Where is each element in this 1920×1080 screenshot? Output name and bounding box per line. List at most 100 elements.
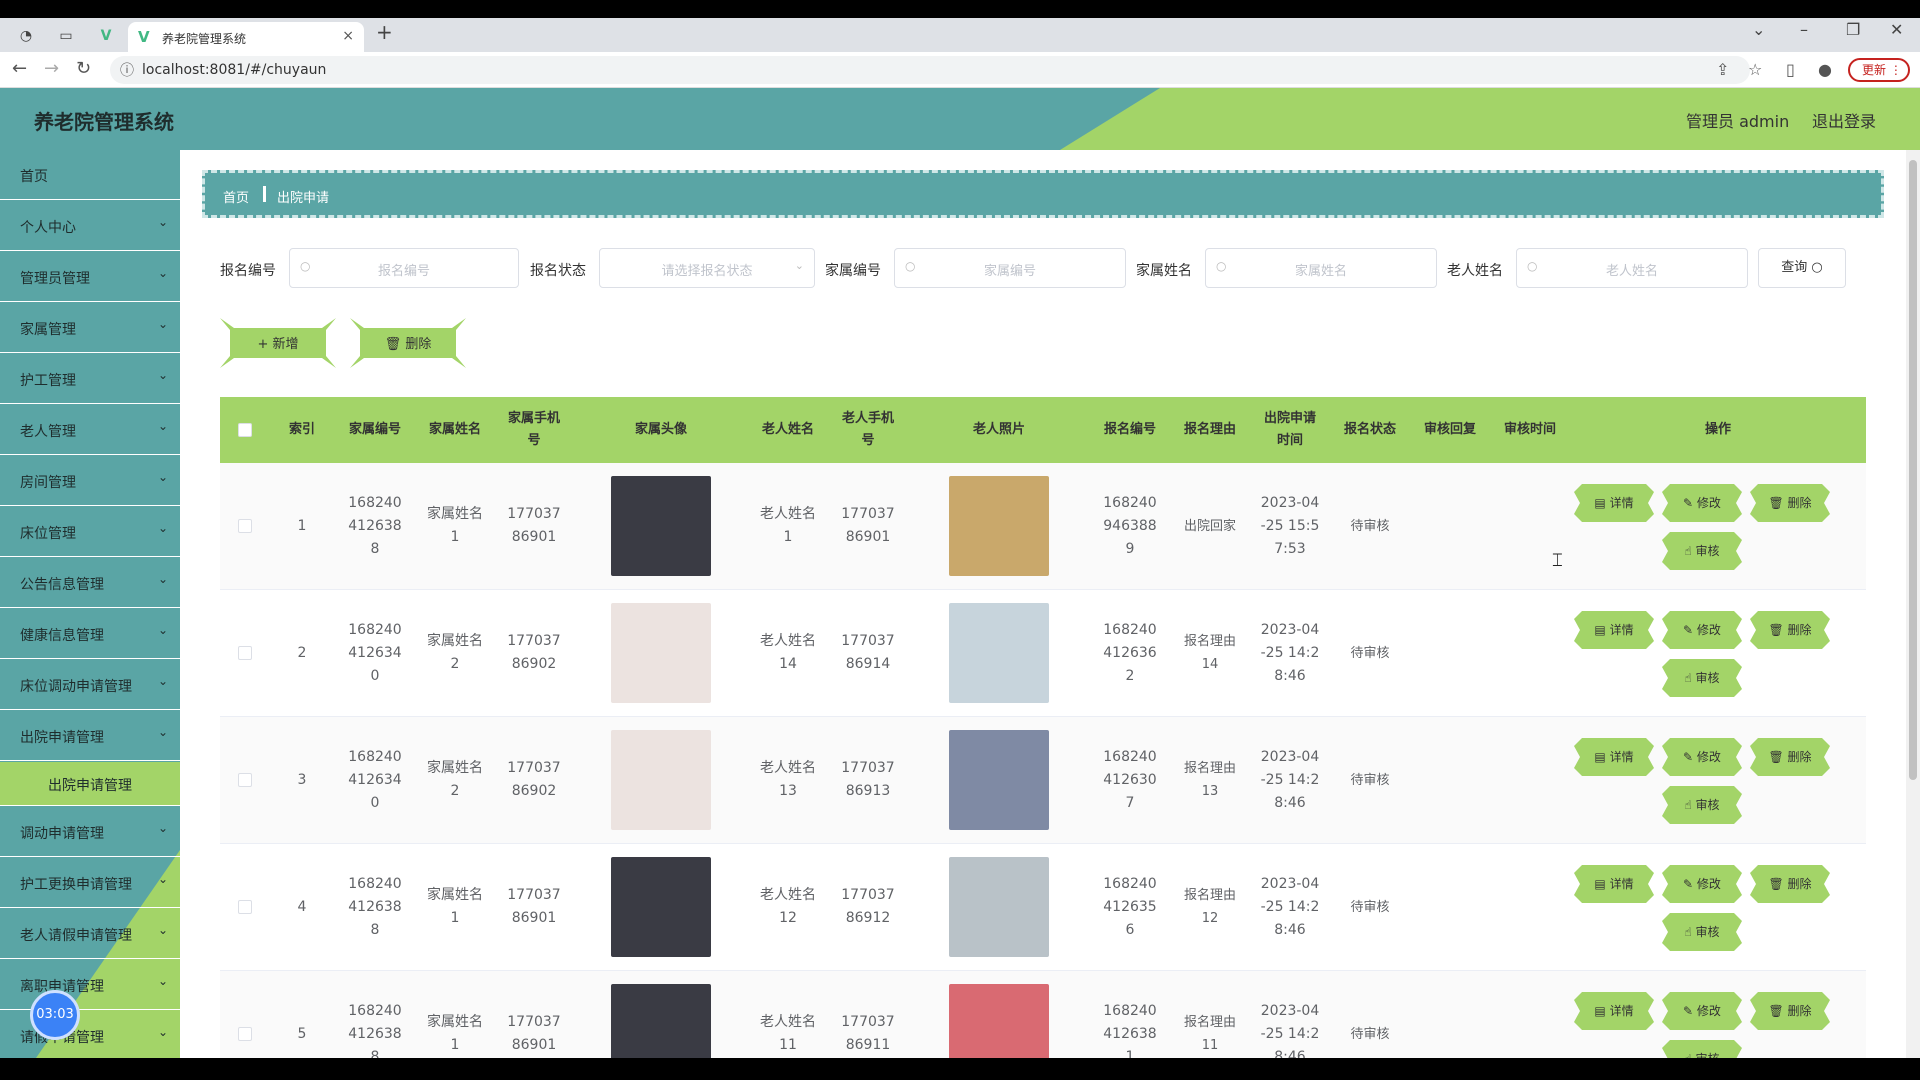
restore-icon[interactable]: ❐ [1846, 20, 1860, 39]
site-info-icon[interactable]: ⓘ [120, 60, 134, 80]
sidebar-item-notice[interactable]: 公告信息管理 ⌄ [0, 558, 180, 608]
review-button[interactable]: ☝ 审核 [1662, 913, 1742, 951]
row-checkbox[interactable] [238, 773, 252, 787]
close-tab-icon[interactable]: × [342, 28, 354, 44]
table-row[interactable]: 3 1682404126340 家属姓名2 17703786902 老人姓名13 1770… [220, 717, 1866, 844]
review-button[interactable]: ☝ 审核 [1662, 532, 1742, 570]
row-delete-label: 🗑 删除 [1768, 623, 1812, 637]
family-avatar-image[interactable] [611, 730, 711, 830]
row-delete-button[interactable]: 🗑 删除 [1750, 484, 1830, 522]
edit-button[interactable]: ✎ 修改 [1662, 484, 1742, 522]
th-reason: 报名理由 [1183, 422, 1236, 437]
cell-elder-photo [908, 717, 1090, 843]
family-name-input[interactable]: ○ 家属姓名 [1205, 248, 1437, 288]
status-select[interactable]: 请选择报名状态 ⌄ [599, 248, 815, 288]
sidebar-item-family[interactable]: 家属管理 ⌄ [0, 303, 180, 353]
delete-button[interactable]: 🗑 删除 [350, 318, 466, 368]
review-button[interactable]: ☝ 审核 [1662, 786, 1742, 824]
row-checkbox[interactable] [238, 1027, 252, 1041]
family-avatar-image[interactable] [611, 603, 711, 703]
pinned-tab-icon[interactable]: ▭ [56, 26, 76, 46]
sidebar-item-bed[interactable]: 床位管理 ⌄ [0, 507, 180, 557]
minimize-icon[interactable]: – [1800, 20, 1808, 39]
elder-name-input[interactable]: ○ 老人姓名 [1516, 248, 1748, 288]
review-button[interactable]: ☝ 审核 [1662, 659, 1742, 697]
sidebar-item-discharge[interactable]: 出院申请管理 ⌄ [0, 711, 180, 761]
bookmark-star-icon[interactable]: ☆ [1748, 60, 1762, 79]
browser-update-button[interactable]: 更新 ⋮ [1848, 58, 1910, 82]
sidebar-item-resign[interactable]: 离职申请管理 ⌄ [0, 960, 180, 1010]
sidebar-subitem-discharge[interactable]: 出院申请管理 [0, 762, 180, 806]
recording-timer-badge[interactable]: 03:03 [30, 990, 80, 1040]
side-panel-icon[interactable]: ▯ [1786, 60, 1795, 79]
th-review-time: 审核时间 [1503, 422, 1556, 437]
edit-text: 修改 [1696, 877, 1721, 891]
filter-label-family-name: 家属姓名 [1136, 263, 1192, 279]
table-row[interactable]: 2 1682404126340 家属姓名2 17703786902 老人姓名14 1770… [220, 590, 1866, 717]
row-checkbox[interactable] [238, 519, 252, 533]
elder-photo-image[interactable] [949, 476, 1049, 576]
elder-photo-image[interactable] [949, 730, 1049, 830]
reload-icon[interactable]: ↻ [76, 58, 91, 79]
detail-button[interactable]: ▤ 详情 [1574, 484, 1654, 522]
tab-search-icon[interactable]: ⌄ [1752, 20, 1765, 39]
cell-family-phone: 17703786901 [507, 506, 561, 545]
row-checkbox[interactable] [238, 900, 252, 914]
row-delete-button[interactable]: 🗑 删除 [1750, 865, 1830, 903]
sidebar-item-elder-leave[interactable]: 老人请假申请管理 ⌄ [0, 909, 180, 959]
profile-icon[interactable]: ● [1818, 60, 1832, 79]
row-delete-button[interactable]: 🗑 删除 [1750, 611, 1830, 649]
back-icon[interactable]: ← [12, 58, 27, 79]
row-checkbox-cell [220, 844, 270, 970]
sidebar-item-label: 调动申请管理 [20, 826, 104, 842]
elder-photo-image[interactable] [949, 603, 1049, 703]
reg-no-input[interactable]: ○ 报名编号 [289, 248, 519, 288]
family-avatar-image[interactable] [611, 476, 711, 576]
row-delete-button[interactable]: 🗑 删除 [1750, 992, 1830, 1030]
table-row[interactable]: 1 1682404126388 家属姓名1 17703786901 老人姓名1 17703… [220, 463, 1866, 590]
browser-tab-active[interactable]: V 养老院管理系统 × [128, 22, 364, 52]
chevron-down-icon: ⌄ [157, 215, 168, 229]
add-button[interactable]: + 新增 [220, 318, 336, 368]
close-window-icon[interactable]: ✕ [1890, 20, 1903, 39]
select-all-checkbox[interactable] [238, 423, 252, 437]
sidebar-item-leave[interactable]: 请假申请管理⌄ [0, 1011, 180, 1058]
cell-elder-name: 老人姓名13 [760, 760, 816, 799]
sidebar-item-health[interactable]: 健康信息管理 ⌄ [0, 609, 180, 659]
page-scrollbar[interactable] [1906, 150, 1920, 1058]
detail-button[interactable]: ▤ 详情 [1574, 992, 1654, 1030]
sidebar-item-admin[interactable]: 管理员管理 ⌄ [0, 252, 180, 302]
new-tab-icon[interactable]: + [376, 20, 393, 44]
edit-button[interactable]: ✎ 修改 [1662, 738, 1742, 776]
sidebar-item-bed-transfer[interactable]: 床位调动申请管理 ⌄ [0, 660, 180, 710]
logout-link[interactable]: 退出登录 [1812, 108, 1876, 132]
sidebar-item-room[interactable]: 房间管理 ⌄ [0, 456, 180, 506]
chevron-down-icon: ⌄ [157, 470, 168, 484]
sidebar-item-personal[interactable]: 个人中心 ⌄ [0, 201, 180, 251]
sidebar-item-caregiver-change[interactable]: 护工更换申请管理 ⌄ [0, 858, 180, 908]
sidebar-item-elder[interactable]: 老人管理 ⌄ [0, 405, 180, 455]
detail-button[interactable]: ▤ 详情 [1574, 865, 1654, 903]
table-row[interactable]: 4 1682404126388 家属姓名1 17703786901 老人姓名12 1770… [220, 844, 1866, 971]
sidebar-item-home[interactable]: 首页 [0, 150, 180, 200]
family-no-input[interactable]: ○ 家属编号 [894, 248, 1126, 288]
row-delete-button[interactable]: 🗑 删除 [1750, 738, 1830, 776]
row-checkbox[interactable] [238, 646, 252, 660]
detail-button[interactable]: ▤ 详情 [1574, 611, 1654, 649]
pinned-tab-icon[interactable]: ◔ [16, 26, 36, 46]
detail-button[interactable]: ▤ 详情 [1574, 738, 1654, 776]
edit-button[interactable]: ✎ 修改 [1662, 865, 1742, 903]
share-icon[interactable]: ⇪ [1716, 60, 1729, 79]
elder-photo-image[interactable] [949, 857, 1049, 957]
scrollbar-thumb[interactable] [1909, 160, 1917, 780]
edit-button[interactable]: ✎ 修改 [1662, 611, 1742, 649]
forward-icon[interactable]: → [44, 58, 59, 79]
url-field[interactable]: ⓘ localhost:8081/#/chuyaun [110, 56, 1750, 84]
vue-tab-icon[interactable]: V [96, 26, 116, 46]
edit-button[interactable]: ✎ 修改 [1662, 992, 1742, 1030]
family-avatar-image[interactable] [611, 857, 711, 957]
breadcrumb-home[interactable]: 首页 [223, 187, 249, 206]
search-button[interactable]: 查询 ○ [1758, 248, 1846, 288]
sidebar-item-caregiver[interactable]: 护工管理 ⌄ [0, 354, 180, 404]
sidebar-item-transfer[interactable]: 调动申请管理 ⌄ [0, 807, 180, 857]
